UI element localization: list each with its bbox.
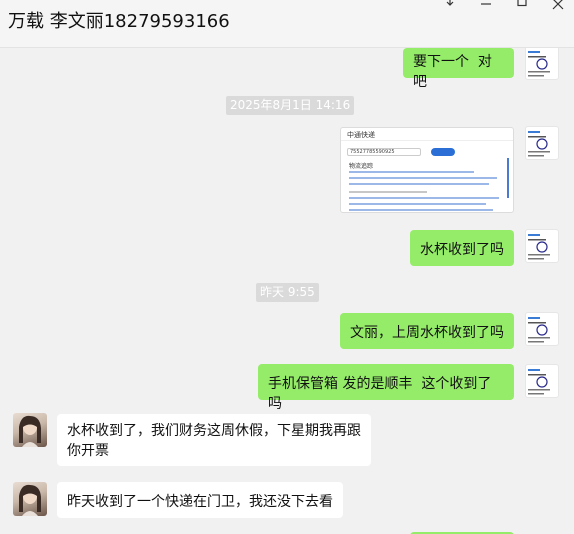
image-section-title: 物流追踪 [349,163,374,170]
message-text: 昨天收到了一个快递在门卫，我还没下去看 [67,494,333,510]
minimize-icon[interactable] [478,0,494,12]
maximize-icon[interactable] [514,0,530,12]
message-text: 水杯收到了，我们财务这周休假，下星期我再跟你开票 [67,423,361,459]
avatar-self[interactable] [525,48,559,80]
qr-avatar-icon [528,369,550,395]
message-bubble-self[interactable]: 要下一个 对吧 [403,48,514,90]
avatar-contact[interactable] [13,413,47,447]
image-divider [341,140,513,141]
qr-avatar-icon [528,51,550,77]
contact-photo-icon [19,415,41,447]
qr-avatar-icon [528,131,550,157]
image-app-name: 中通快递 [347,131,375,139]
message-text: 手机保管箱 发的是顺丰 这个收到了吗 [268,376,492,412]
timestamp: 昨天 9:55 [256,283,319,302]
timestamp: 2025年8月1日 14:16 [226,96,355,115]
close-icon[interactable] [550,0,566,12]
message-bubble-self[interactable]: 手机保管箱 发的是顺丰 这个收到了吗 [258,364,514,412]
image-detail-lines [349,171,505,211]
avatar-self[interactable] [525,312,559,346]
image-tracking-number: 75527785590925 [350,149,395,155]
avatar-self[interactable] [525,126,559,160]
image-query-button: 查询 [431,148,455,165]
qr-avatar-icon [528,234,550,260]
message-text: 水杯收到了吗 [420,242,504,258]
avatar-contact[interactable] [13,482,47,516]
image-tracking-field: 75527785590925 [347,148,421,156]
pin-icon[interactable] [442,0,458,12]
message-bubble-self[interactable]: 文丽，上周水杯收到了吗 [340,313,514,349]
message-bubble-contact[interactable]: 水杯收到了，我们财务这周休假，下星期我再跟你开票 [57,414,371,466]
qr-avatar-icon [528,317,550,343]
image-message[interactable]: 中通快递 75527785590925 查询 物流追踪 [340,127,514,213]
message-list[interactable]: 要下一个 对吧 2025年8月1日 14:16 中通快递 75527785590… [0,48,574,534]
message-text: 要下一个 对吧 [413,54,492,90]
avatar-self[interactable] [525,364,559,398]
message-bubble-self[interactable]: 水杯收到了吗 [410,230,514,266]
window-controls [442,0,566,12]
contact-photo-icon [19,484,41,516]
message-text: 文丽，上周水杯收到了吗 [350,325,504,341]
image-scrollbar [507,158,509,198]
message-bubble-contact[interactable]: 昨天收到了一个快递在门卫，我还没下去看 [57,482,343,518]
avatar-self[interactable] [525,229,559,263]
title-bar: 万载 李文丽18279593166 [0,0,574,48]
chat-title: 万载 李文丽18279593166 [8,11,230,32]
image-query-button-label: 查询 [437,159,448,165]
